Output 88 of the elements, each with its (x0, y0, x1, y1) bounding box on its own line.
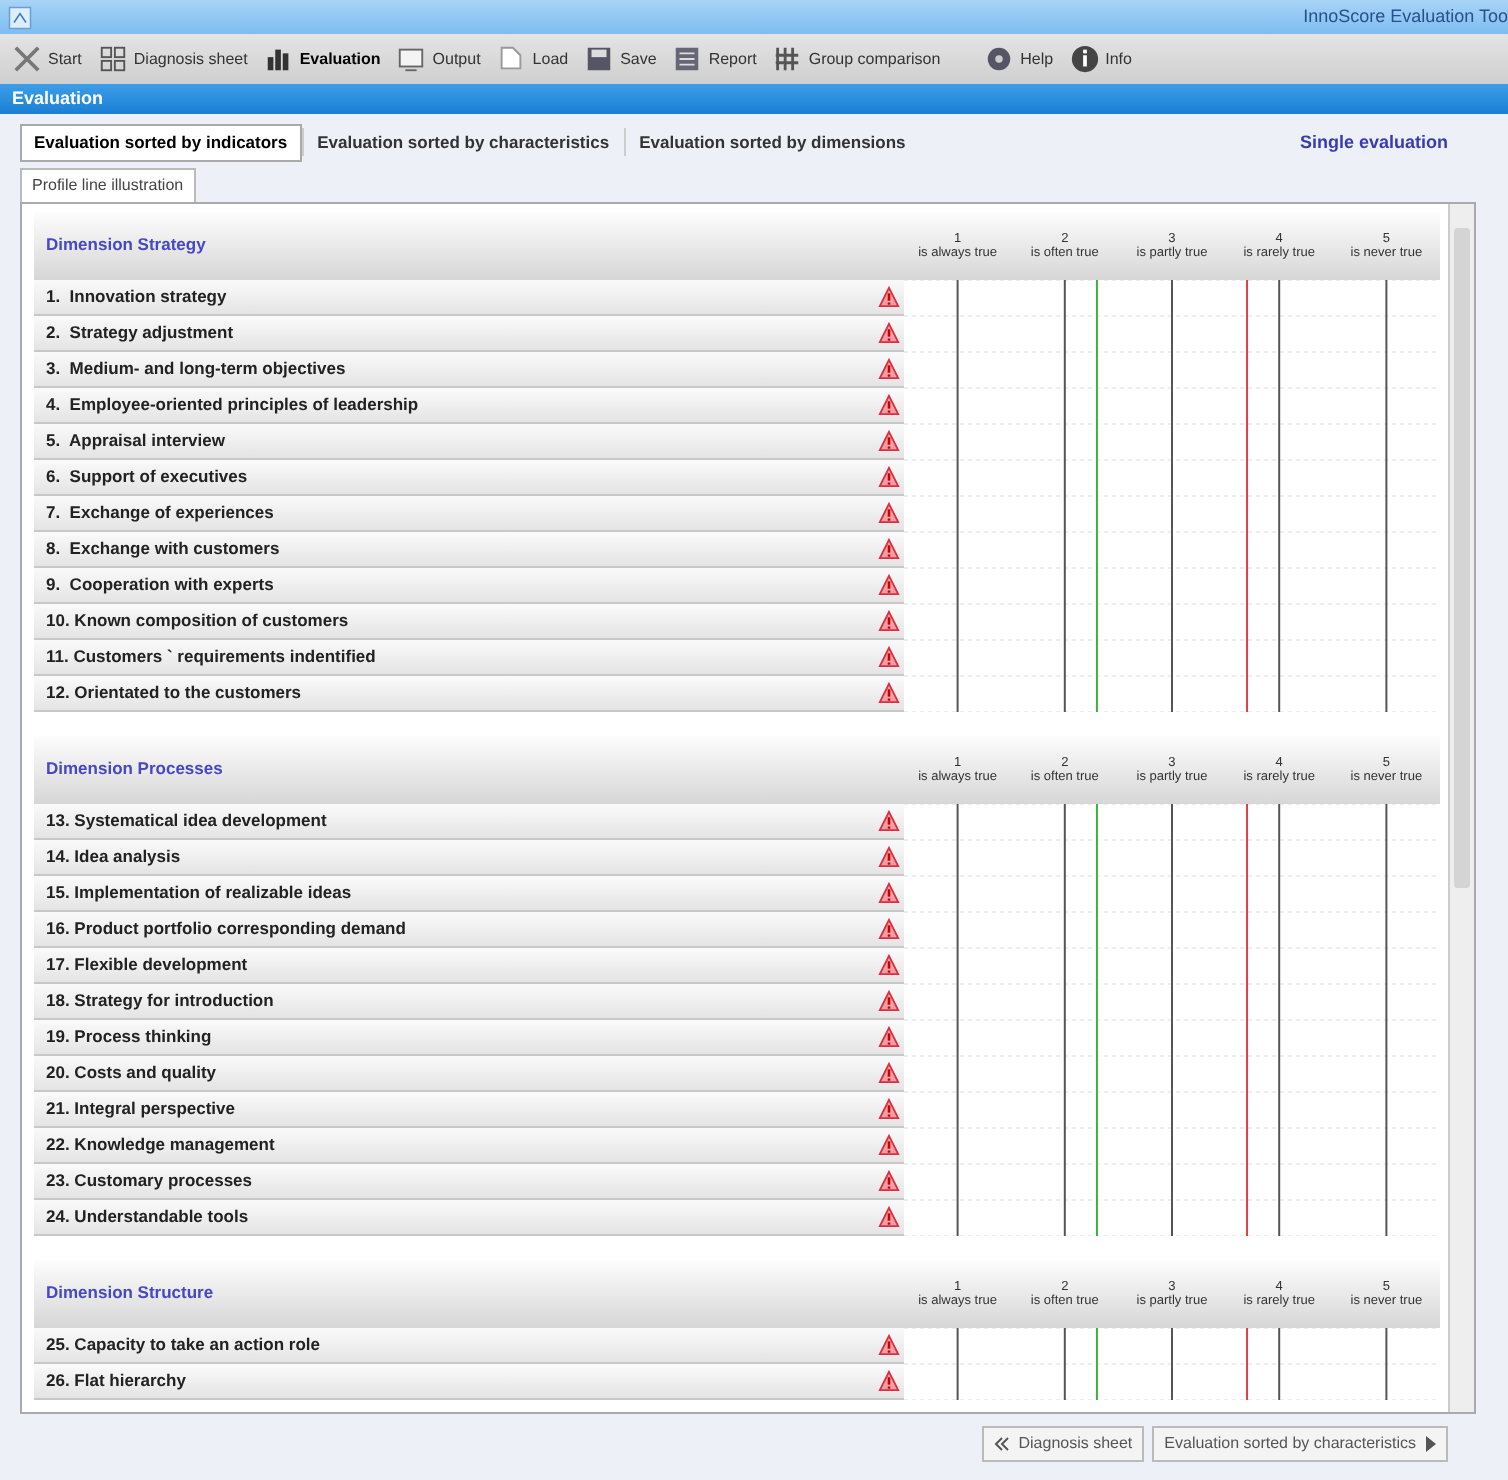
toolbar-button[interactable]: Diagnosis sheet (97, 44, 248, 74)
toolbar-button[interactable]: Report (672, 44, 757, 74)
monitor-icon (396, 44, 427, 74)
indicator-label: 13. Systematical idea development (46, 807, 327, 834)
warning-icon (878, 501, 900, 524)
tab[interactable]: Evaluation sorted by dimensions (625, 124, 920, 162)
back-icon (994, 1435, 1011, 1452)
indicator-label: 8. Exchange with customers (46, 535, 280, 562)
warning-icon (878, 1025, 900, 1048)
indicator-label: 11. Customers ` requirements indentified (46, 643, 376, 670)
warning-icon (878, 573, 900, 596)
save-icon (584, 44, 615, 74)
load-icon (496, 44, 527, 74)
warning-icon (878, 953, 900, 976)
info-icon (1069, 44, 1100, 74)
indicator-label: 20. Costs and quality (46, 1059, 217, 1086)
warning-icon (878, 429, 900, 452)
toolbar-button[interactable]: Group comparison (772, 44, 941, 74)
indicator-label: 25. Capacity to take an action role (46, 1331, 320, 1358)
indicator-label: 24. Understandable tools (46, 1203, 249, 1230)
warning-icon (878, 609, 900, 632)
tab[interactable]: Profile line illustration (20, 167, 196, 202)
indicator-label: 21. Integral perspective (46, 1095, 235, 1122)
warning-icon (878, 1205, 900, 1228)
warning-icon (878, 357, 900, 380)
forward-icon (1424, 1435, 1436, 1452)
warning-icon (878, 809, 900, 832)
dimension-title: Dimension Structure (44, 1280, 216, 1307)
group-icon (772, 44, 803, 74)
indicator-label: 17. Flexible development (46, 951, 248, 978)
warning-icon (878, 845, 900, 868)
help-icon (984, 44, 1015, 74)
indicator-label: 2. Strategy adjustment (46, 319, 234, 346)
indicator-label: 18. Strategy for introduction (46, 987, 274, 1014)
warning-icon (878, 681, 900, 704)
warning-icon (878, 1333, 900, 1356)
start-icon (12, 44, 42, 74)
warning-icon (878, 465, 900, 488)
app-icon (8, 5, 32, 29)
indicator-label: 22. Knowledge management (46, 1131, 275, 1158)
nav-button[interactable]: Diagnosis sheet (982, 1425, 1145, 1462)
bar-chart-icon (263, 44, 294, 74)
warning-icon (878, 321, 900, 344)
indicator-label: 9. Cooperation with experts (46, 571, 274, 598)
indicator-label: 23. Customary processes (46, 1167, 252, 1194)
sheet-icon (97, 44, 128, 74)
indicator-label: 7. Exchange of experiences (46, 499, 274, 526)
warning-icon (878, 285, 900, 308)
warning-icon (878, 989, 900, 1012)
warning-icon (878, 1133, 900, 1156)
indicator-label: 5. Appraisal interview (46, 427, 225, 454)
report-icon (672, 44, 703, 74)
warning-icon (878, 1369, 900, 1392)
nav-button[interactable]: Evaluation sorted by characteristics (1152, 1425, 1448, 1462)
indicator-label: 1. Innovation strategy (46, 283, 227, 310)
warning-icon (878, 1061, 900, 1084)
toolbar-button[interactable]: Save (584, 44, 657, 74)
indicator-label: 15. Implementation of realizable ideas (46, 879, 352, 906)
toolbar-button[interactable]: Help (984, 44, 1054, 74)
tab[interactable]: Evaluation sorted by characteristics (303, 124, 624, 162)
toolbar-button[interactable]: Info (1069, 44, 1132, 74)
warning-icon (878, 881, 900, 904)
indicator-label: 3. Medium- and long-term objectives (46, 355, 346, 382)
toolbar-button[interactable]: Load (496, 44, 569, 74)
warning-icon (878, 1097, 900, 1120)
indicator-label: 19. Process thinking (46, 1023, 212, 1050)
indicator-label: 14. Idea analysis (46, 843, 181, 870)
tab[interactable]: Evaluation sorted by indicators (20, 124, 302, 162)
dimension-title: Dimension Processes (44, 756, 225, 783)
dimension-title: Dimension Strategy (44, 232, 208, 259)
section-header: Evaluation (0, 84, 1508, 114)
warning-icon (878, 393, 900, 416)
warning-icon (878, 917, 900, 940)
indicator-label: 4. Employee-oriented principles of leadership (46, 391, 419, 418)
window-title: InnoScore Evaluation Too (1303, 3, 1508, 30)
indicator-label: 12. Orientated to the customers (46, 679, 302, 706)
toolbar-button[interactable]: Start (12, 44, 82, 74)
scrollbar[interactable] (1448, 203, 1474, 1412)
warning-icon (878, 1169, 900, 1192)
indicator-label: 26. Flat hierarchy (46, 1367, 186, 1394)
indicator-label: 16. Product portfolio corresponding demand (46, 915, 406, 942)
indicator-label: 6. Support of executives (46, 463, 248, 490)
warning-icon (878, 537, 900, 560)
toolbar-button[interactable]: Output (396, 44, 481, 74)
single-evaluation-link[interactable]: Single evaluation (1299, 129, 1448, 157)
warning-icon (878, 645, 900, 668)
toolbar-button[interactable]: Evaluation (263, 44, 381, 74)
indicator-label: 10. Known composition of customers (46, 607, 349, 634)
